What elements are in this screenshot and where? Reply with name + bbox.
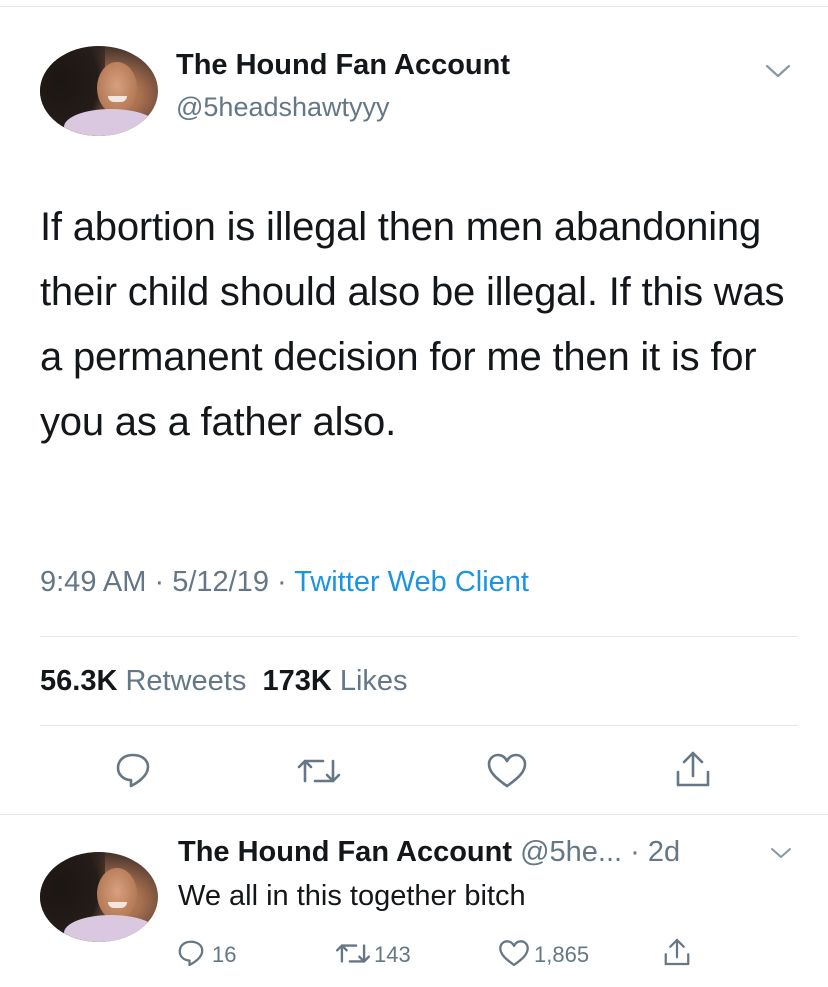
meta-separator: · — [268, 566, 295, 598]
reply-author-handle[interactable]: @5he... — [520, 836, 622, 868]
divider — [0, 814, 828, 815]
reply-icon[interactable] — [176, 938, 206, 968]
meta-separator: · — [146, 566, 173, 598]
author-handle[interactable]: @5headshawtyyy — [176, 92, 390, 123]
tweet-time: 9:49 AM — [40, 566, 147, 598]
reply-icon[interactable] — [113, 750, 153, 790]
tweet-client-link[interactable]: Twitter Web Client — [294, 566, 529, 598]
likes-count: 173K — [262, 665, 332, 697]
like-count: 1,865 — [534, 942, 590, 967]
tweet-text: If abortion is illegal then men abandoni… — [40, 205, 785, 444]
top-divider — [0, 6, 828, 7]
tweet-date: 5/12/19 — [172, 566, 269, 598]
reply-header: The Hound Fan Account @5he... · 2d — [178, 836, 680, 869]
share-icon[interactable] — [662, 936, 692, 968]
retweets-count: 56.3K — [40, 665, 118, 697]
reply-age: · 2d — [630, 836, 681, 868]
retweets-stat[interactable]: 56.3K Retweets — [40, 665, 246, 697]
reply-avatar[interactable] — [40, 852, 158, 942]
retweet-icon[interactable] — [295, 754, 343, 788]
reply-text: We all in this together bitch — [178, 880, 526, 912]
share-icon[interactable] — [673, 748, 713, 790]
avatar[interactable] — [40, 46, 158, 136]
tweet-stats: 56.3K Retweets 173K Likes — [40, 665, 408, 698]
tweet-meta: 9:49 AM · 5/12/19 · Twitter Web Client — [40, 566, 529, 599]
retweet-count: 143 — [374, 942, 411, 967]
likes-label: Likes — [339, 665, 408, 697]
like-icon[interactable] — [498, 939, 530, 968]
reply-count: 16 — [212, 942, 237, 967]
like-icon[interactable] — [486, 752, 528, 790]
retweet-icon[interactable] — [334, 940, 372, 967]
divider — [40, 725, 798, 726]
reply-author-name[interactable]: The Hound Fan Account — [178, 836, 512, 868]
likes-stat[interactable]: 173K Likes — [262, 665, 407, 697]
retweets-label: Retweets — [125, 665, 247, 697]
chevron-down-icon[interactable] — [770, 846, 792, 860]
divider — [40, 636, 798, 637]
chevron-down-icon[interactable] — [764, 62, 792, 80]
author-name[interactable]: The Hound Fan Account — [176, 49, 510, 82]
